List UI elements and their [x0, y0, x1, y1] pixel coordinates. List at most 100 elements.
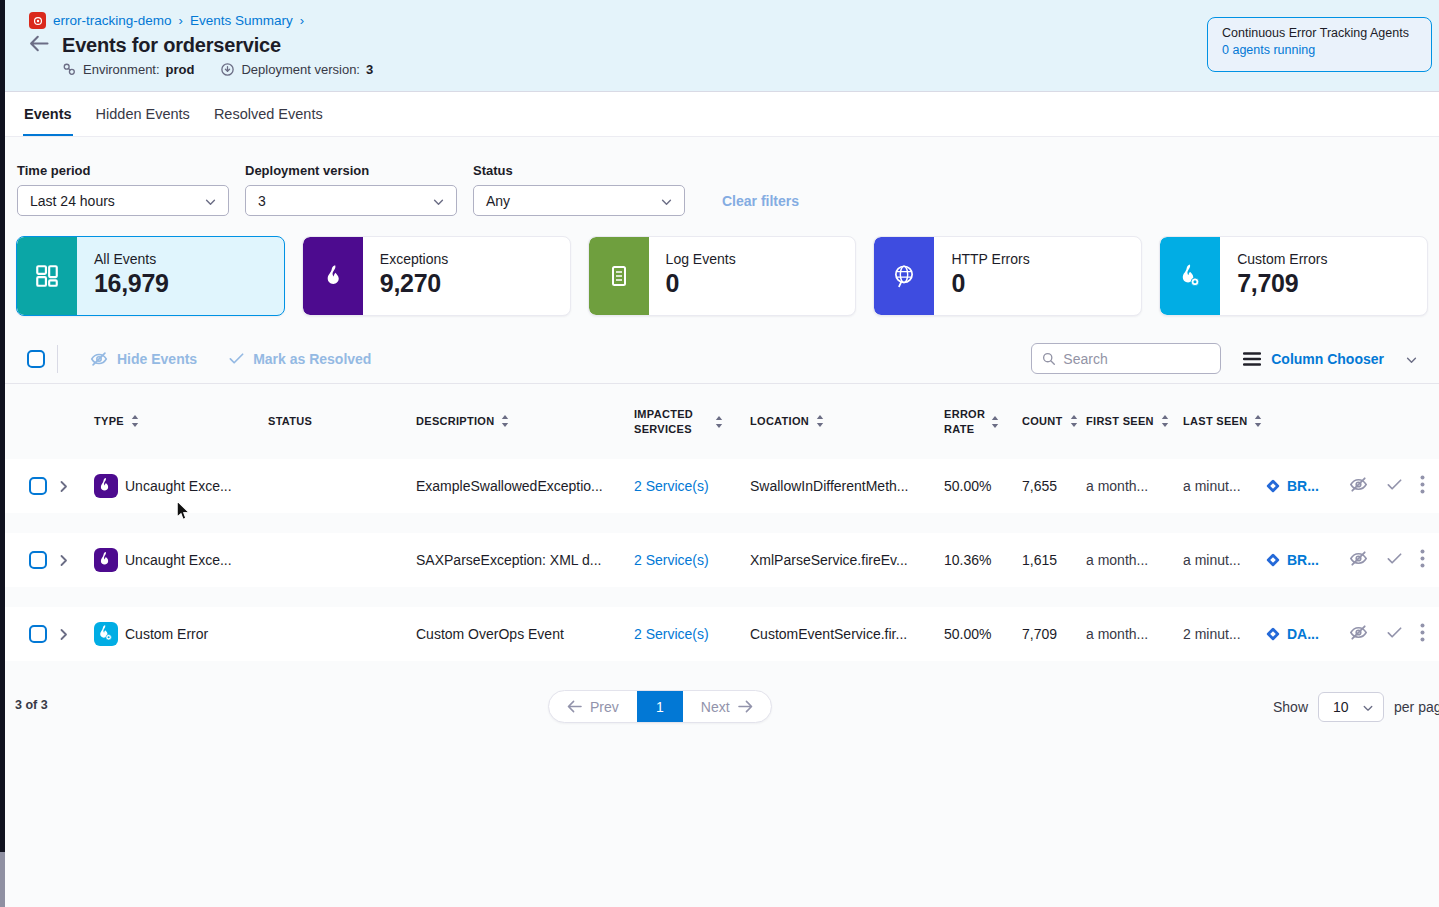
- table-header: TYPE STATUS DESCRIPTION IMPACTED SERVICE…: [5, 384, 1439, 459]
- last-seen: 2 minut...: [1175, 626, 1257, 642]
- expand-row-button[interactable]: [58, 628, 86, 641]
- last-seen: a minut...: [1175, 552, 1257, 568]
- table-row[interactable]: Uncaught Exce... ExampleSwallowedExcepti…: [5, 459, 1439, 513]
- event-count: 7,709: [1014, 626, 1078, 642]
- page-number-active[interactable]: 1: [637, 691, 683, 722]
- row-menu-icon[interactable]: [1420, 549, 1425, 571]
- hide-events-button[interactable]: Hide Events: [89, 349, 197, 369]
- next-page-button[interactable]: Next: [683, 691, 771, 722]
- sort-icon[interactable]: [816, 415, 824, 427]
- mark-resolved-button[interactable]: Mark as Resolved: [228, 350, 371, 367]
- row-checkbox[interactable]: [29, 551, 47, 569]
- column-header-error-rate[interactable]: ERROR RATE: [936, 407, 1014, 436]
- deployment-version-label: Deployment version: [245, 163, 457, 178]
- mouse-cursor: [176, 500, 191, 525]
- row-menu-icon[interactable]: [1420, 623, 1425, 645]
- hide-event-icon[interactable]: [1348, 474, 1369, 498]
- hide-event-icon[interactable]: [1348, 622, 1369, 646]
- flame-icon: [303, 237, 363, 315]
- tab-hidden-events[interactable]: Hidden Events: [95, 92, 191, 136]
- column-header-impacted-services[interactable]: IMPACTED SERVICES: [626, 407, 742, 436]
- column-header-last-seen[interactable]: LAST SEEN: [1175, 414, 1257, 428]
- search-input[interactable]: [1063, 351, 1210, 367]
- agents-card: Continuous Error Tracking Agents 0 agent…: [1207, 17, 1432, 72]
- column-header-status[interactable]: STATUS: [260, 414, 408, 428]
- column-chooser-button[interactable]: Column Chooser: [1243, 350, 1417, 368]
- impacted-services-link[interactable]: 2 Service(s): [626, 552, 742, 568]
- tab-resolved-events[interactable]: Resolved Events: [213, 92, 324, 136]
- back-button[interactable]: [29, 35, 49, 56]
- sort-icon[interactable]: [1070, 415, 1078, 427]
- column-header-location[interactable]: LOCATION: [742, 414, 936, 428]
- stat-card-log-events[interactable]: Log Events 0: [588, 236, 857, 316]
- ticket-link[interactable]: BR...: [1257, 478, 1333, 494]
- page-size-select[interactable]: 10: [1318, 692, 1384, 722]
- ticket-link[interactable]: DA...: [1257, 626, 1333, 642]
- per-page-label: per page: [1394, 699, 1439, 715]
- table-row[interactable]: Custom Error Custom OverOps Event 2 Serv…: [5, 607, 1439, 661]
- column-header-description[interactable]: DESCRIPTION: [408, 414, 626, 428]
- select-all-checkbox[interactable]: [27, 350, 45, 368]
- page-header: error-tracking-demo › Events Summary › E…: [5, 0, 1439, 91]
- deployment-version-select[interactable]: 3: [245, 185, 457, 216]
- event-description: ExampleSwallowedExceptio...: [408, 478, 626, 494]
- row-menu-icon[interactable]: [1420, 475, 1425, 497]
- deployment-icon: [220, 62, 235, 77]
- jira-ticket-icon: [1265, 626, 1281, 642]
- event-count: 1,615: [1014, 552, 1078, 568]
- sort-icon[interactable]: [501, 415, 509, 427]
- sort-icon[interactable]: [715, 416, 723, 428]
- breadcrumb-project[interactable]: error-tracking-demo: [53, 13, 172, 28]
- grid-icon: [17, 237, 77, 315]
- tab-events[interactable]: Events: [23, 92, 73, 136]
- error-rate: 10.36%: [936, 552, 1014, 568]
- ticket-link[interactable]: BR...: [1257, 552, 1333, 568]
- divider: [57, 345, 58, 373]
- custom-error-type-icon: [94, 622, 118, 646]
- agents-running-link[interactable]: 0 agents running: [1222, 43, 1417, 57]
- custom-flame-icon: [1160, 237, 1220, 315]
- clear-filters-link[interactable]: Clear filters: [722, 193, 799, 209]
- table-row[interactable]: Uncaught Exce... SAXParseException: XML …: [5, 533, 1439, 587]
- resolve-event-icon[interactable]: [1386, 550, 1403, 570]
- resolve-event-icon[interactable]: [1386, 476, 1403, 496]
- first-seen: a month...: [1078, 478, 1175, 494]
- impacted-services-link[interactable]: 2 Service(s): [626, 626, 742, 642]
- event-count: 7,655: [1014, 478, 1078, 494]
- row-checkbox[interactable]: [29, 477, 47, 495]
- sort-icon[interactable]: [131, 415, 139, 427]
- arrow-right-icon: [738, 700, 753, 713]
- impacted-services-link[interactable]: 2 Service(s): [626, 478, 742, 494]
- resolve-event-icon[interactable]: [1386, 624, 1403, 644]
- error-rate: 50.00%: [936, 478, 1014, 494]
- stat-card-exceptions[interactable]: Exceptions 9,270: [302, 236, 571, 316]
- sort-icon[interactable]: [1254, 415, 1262, 427]
- jira-ticket-icon: [1265, 478, 1281, 494]
- column-header-first-seen[interactable]: FIRST SEEN: [1078, 414, 1175, 428]
- stat-card-custom-errors[interactable]: Custom Errors 7,709: [1159, 236, 1428, 316]
- status-label: Status: [473, 163, 685, 178]
- hide-event-icon[interactable]: [1348, 548, 1369, 572]
- stat-card-http-errors[interactable]: HTTP Errors 0: [873, 236, 1142, 316]
- row-checkbox[interactable]: [29, 625, 47, 643]
- expand-row-button[interactable]: [58, 554, 86, 567]
- sidebar-scrollbar[interactable]: [0, 852, 5, 907]
- sort-icon[interactable]: [991, 416, 999, 428]
- check-icon: [228, 350, 245, 367]
- menu-icon: [1243, 352, 1261, 366]
- events-table: TYPE STATUS DESCRIPTION IMPACTED SERVICE…: [5, 383, 1439, 661]
- agents-card-title: Continuous Error Tracking Agents: [1222, 26, 1417, 40]
- prev-page-button[interactable]: Prev: [549, 691, 637, 722]
- status-select[interactable]: Any: [473, 185, 685, 216]
- breadcrumb-events-summary[interactable]: Events Summary: [190, 13, 293, 28]
- expand-row-button[interactable]: [58, 480, 86, 493]
- event-type: Uncaught Exce...: [125, 478, 232, 494]
- column-header-type[interactable]: TYPE: [86, 414, 260, 428]
- jira-ticket-icon: [1265, 552, 1281, 568]
- sort-icon[interactable]: [1161, 415, 1169, 427]
- stat-card-all-events[interactable]: All Events 16,979: [16, 236, 285, 316]
- column-header-count[interactable]: COUNT: [1014, 414, 1078, 428]
- tab-bar: Events Hidden Events Resolved Events: [5, 91, 1439, 137]
- time-period-select[interactable]: Last 24 hours: [17, 185, 229, 216]
- collapsed-sidebar[interactable]: [0, 0, 5, 907]
